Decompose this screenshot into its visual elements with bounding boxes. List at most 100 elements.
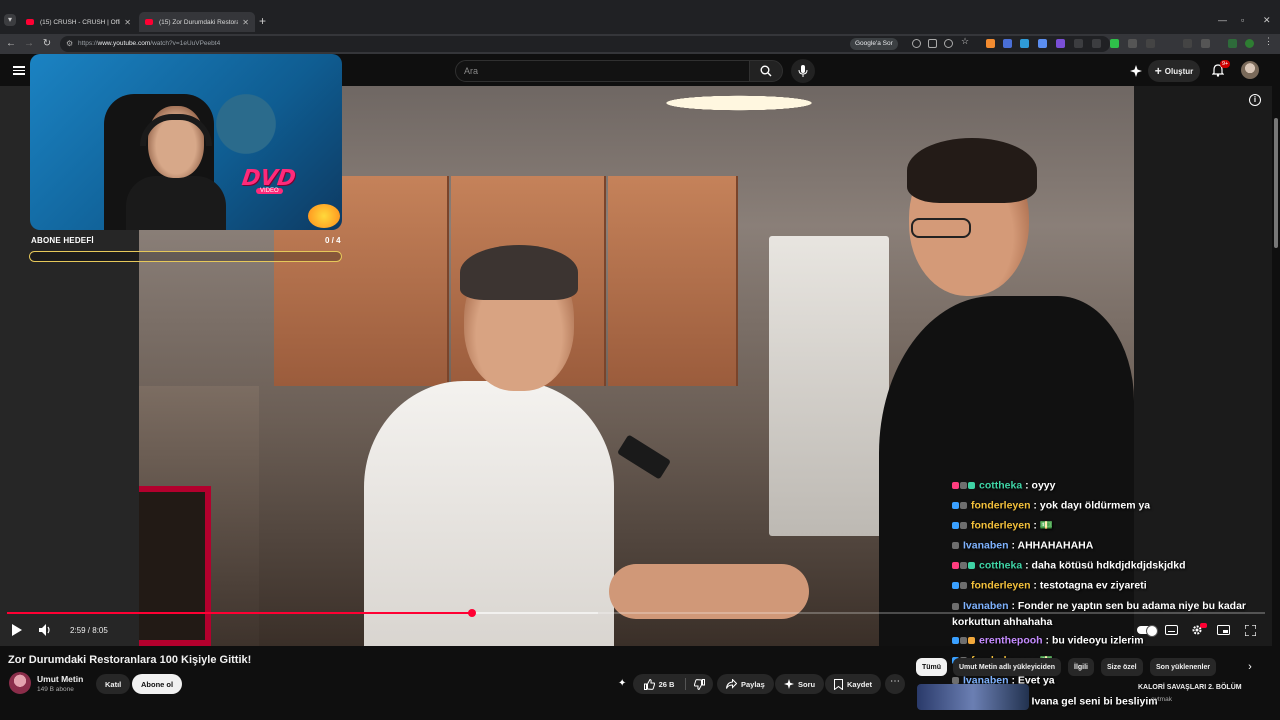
handshake <box>609 564 809 619</box>
chat-username[interactable]: cottheka <box>979 560 1022 572</box>
play-button[interactable] <box>9 622 25 638</box>
more-actions-icon[interactable]: ⋯ <box>885 674 905 694</box>
account-avatar[interactable] <box>1241 61 1259 79</box>
chip-for-you[interactable]: Size özel <box>1101 658 1143 676</box>
chat-username[interactable]: Ivanaben <box>963 600 1009 612</box>
back-arrow-icon[interactable]: ← <box>4 37 18 51</box>
oven-door <box>139 486 211 646</box>
chip-recently-uploaded[interactable]: Son yüklenenler <box>1150 658 1217 676</box>
window-close-icon[interactable]: ✕ <box>1263 15 1271 26</box>
like-dislike-group: 26 B <box>633 674 713 694</box>
extension-icon[interactable] <box>1228 39 1237 48</box>
video-title: Zor Durumdaki Restoranlara 100 Kişiyle G… <box>8 654 252 666</box>
voice-search-button[interactable] <box>791 59 815 83</box>
chat-username[interactable]: fonderleyen <box>971 500 1031 512</box>
chat-username[interactable]: erenthepooh <box>979 635 1043 647</box>
chat-text: Ivana gel seni bi besliyim <box>1031 695 1158 708</box>
progress-bar[interactable] <box>7 609 1265 617</box>
recommended-title[interactable]: KALORİ SAVAŞLARI 2. BÖLÜM <box>1138 684 1242 691</box>
chat-username[interactable]: Ivanaben <box>963 540 1009 552</box>
tab-close-icon[interactable]: ✕ <box>242 18 249 27</box>
extension-icon[interactable] <box>1146 39 1155 48</box>
chat-message: cottheka : daha kötüsü hdkdjdkdjdskjdkd <box>952 556 1252 576</box>
chat-message: cottheka : oyyy <box>952 476 1252 496</box>
bookmark-icon <box>834 678 843 690</box>
browser-tab-crush[interactable]: (15) CRUSH - CRUSH | Official ✕ <box>20 14 137 30</box>
ai-summary-icon[interactable]: ✦ <box>618 678 626 689</box>
chip-from-uploader[interactable]: Umut Metin adlı yükleyiciden <box>953 658 1062 676</box>
search-button[interactable] <box>749 60 783 82</box>
site-info-icon[interactable]: ⚙ <box>66 39 73 48</box>
ask-button[interactable]: Soru <box>775 674 825 694</box>
scrollbar-thumb[interactable] <box>1274 118 1278 248</box>
create-button[interactable]: + Oluştur <box>1148 60 1200 82</box>
chat-text: oyyy <box>1031 479 1056 492</box>
person-white-shirt <box>364 245 614 646</box>
save-button[interactable]: Kaydet <box>825 674 882 694</box>
tab-search-button[interactable]: ▾ <box>4 14 16 26</box>
chat-username[interactable]: fonderleyen <box>971 580 1031 592</box>
extension-icon[interactable] <box>1038 39 1047 48</box>
tab-close-icon[interactable]: ✕ <box>124 18 131 27</box>
channel-avatar[interactable] <box>9 672 31 694</box>
channel-name[interactable]: Umut Metin <box>37 674 83 684</box>
chat-badges-icon <box>952 476 976 496</box>
forward-arrow-icon[interactable]: → <box>22 37 36 51</box>
tab-groups-icon[interactable] <box>1183 39 1192 48</box>
extension-icon[interactable] <box>986 39 995 48</box>
puzzle-icon[interactable] <box>1201 39 1210 48</box>
mute-button[interactable] <box>37 622 53 638</box>
search-box <box>455 60 750 82</box>
chat-username[interactable]: cottheka <box>979 480 1022 492</box>
extension-icon[interactable] <box>1020 39 1029 48</box>
extension-icon[interactable] <box>1074 39 1083 48</box>
chat-message: fonderleyen : testotagna ev ziyareti <box>952 576 1252 596</box>
join-button[interactable]: Katıl <box>96 674 131 694</box>
extension-icon[interactable] <box>1092 39 1101 48</box>
subtitles-button[interactable] <box>1163 622 1179 638</box>
reload-icon[interactable]: ↻ <box>40 37 54 51</box>
dislike-button[interactable] <box>686 674 713 694</box>
chip-all[interactable]: Tümü <box>916 658 948 676</box>
search-input[interactable] <box>464 66 734 76</box>
cast-icon[interactable] <box>928 39 937 48</box>
restore-icon[interactable]: ▫ <box>1241 15 1244 25</box>
user-badge-icon <box>968 481 975 489</box>
more-vert-icon[interactable]: ⋮ <box>1264 36 1273 46</box>
user-badge-icon <box>968 637 975 645</box>
youtube-ai-icon[interactable] <box>1130 64 1142 77</box>
extension-icon[interactable] <box>1056 39 1065 48</box>
eye-off-icon[interactable] <box>944 39 953 48</box>
chat-username[interactable]: fonderleyen <box>971 520 1031 532</box>
share-button[interactable]: Paylaş <box>717 674 774 694</box>
recommended-thumbnail[interactable] <box>917 684 1029 710</box>
zoom-icon[interactable] <box>912 39 921 48</box>
google-search-chip[interactable]: Google'a Sor <box>850 38 898 50</box>
recommended-channel[interactable]: oytmak <box>1151 696 1172 703</box>
url-text[interactable]: https://www.youtube.com/watch?v=1eUuVPee… <box>78 40 220 47</box>
extension-icon[interactable] <box>1003 39 1012 48</box>
subscriber-goal-bar <box>29 251 342 262</box>
extension-icon[interactable] <box>1128 39 1137 48</box>
fullscreen-button[interactable] <box>1242 622 1258 638</box>
menu-icon[interactable] <box>13 64 25 76</box>
thumbs-down-icon <box>694 678 705 690</box>
chat-badges-icon <box>952 556 976 576</box>
info-icon[interactable]: i <box>1249 94 1261 106</box>
minimize-icon[interactable]: — <box>1218 15 1227 25</box>
chip-related[interactable]: İlgili <box>1068 658 1094 676</box>
subscribe-button[interactable]: Abone ol <box>132 674 183 694</box>
chevron-right-icon[interactable]: › <box>1241 658 1259 676</box>
dvd-logo-sub: VIDEO <box>256 188 283 194</box>
autoplay-toggle[interactable] <box>1137 625 1158 637</box>
extension-icon[interactable] <box>1110 39 1119 48</box>
notification-badge: 9+ <box>1220 60 1231 68</box>
page-scrollbar[interactable] <box>1272 56 1280 720</box>
like-button[interactable]: 26 B <box>633 674 685 694</box>
browser-tab-active[interactable]: (15) Zor Durumdaki Restoranla ✕ <box>139 12 255 32</box>
kitchen-cabinet <box>608 176 738 386</box>
bookmark-star-icon[interactable]: ☆ <box>961 36 970 46</box>
miniplayer-button[interactable] <box>1215 622 1231 638</box>
new-tab-plus-icon[interactable]: + <box>259 14 266 28</box>
profile-icon[interactable] <box>1245 39 1254 48</box>
